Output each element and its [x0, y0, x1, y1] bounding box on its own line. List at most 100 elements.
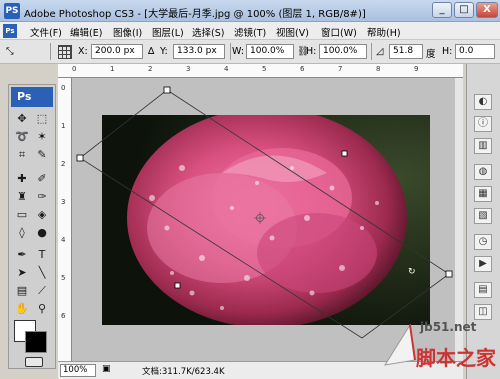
zoom-field[interactable]: 100% [60, 364, 96, 377]
crop-tool-icon[interactable]: ⌗ [13, 147, 31, 163]
y-label: Y: [160, 46, 168, 57]
pen-tool-icon[interactable]: ✒ [13, 247, 31, 263]
ruler-tick-label: 0 [61, 84, 66, 92]
h-label: H: [306, 46, 317, 57]
ruler-tick-label: 3 [61, 198, 66, 206]
dodge-tool-icon[interactable]: ● [33, 225, 51, 241]
angle-field[interactable]: 51.8 [389, 44, 423, 59]
x-field[interactable]: 200.0 px [91, 44, 143, 59]
ruler-tick-label: 4 [224, 65, 229, 73]
vertical-ruler[interactable]: 0 1 2 3 4 5 6 [58, 78, 72, 361]
close-button[interactable]: X [476, 2, 498, 18]
transform-handle[interactable] [174, 282, 181, 289]
ruler-tick-label: 7 [338, 65, 343, 73]
path-selection-tool-icon[interactable]: ➤ [13, 265, 31, 281]
notes-tool-icon[interactable]: ▤ [13, 283, 31, 299]
menu-view[interactable]: 视图(V) [276, 25, 309, 39]
lasso-tool-icon[interactable]: ➰ [13, 129, 31, 145]
eyedropper-tool-icon[interactable]: ✎ [33, 147, 51, 163]
menu-file[interactable]: 文件(F) [30, 25, 62, 39]
rotate-angle-icon: ◿ [376, 46, 384, 57]
background-color-swatch[interactable] [25, 331, 47, 353]
ruler-tick-label: 9 [414, 65, 419, 73]
paint-bucket-tool-icon[interactable]: ◈ [33, 207, 51, 223]
transform-handle[interactable] [341, 150, 348, 157]
document-info[interactable]: 文档:311.7K/623.4K [142, 365, 225, 377]
ruler-tick-label: 3 [186, 65, 191, 73]
separator [230, 43, 231, 60]
history-brush-tool-icon[interactable]: ✑ [33, 189, 51, 205]
navigator-panel-icon[interactable]: ◐ [474, 94, 492, 110]
transform-handle[interactable] [445, 270, 453, 278]
eraser-tool-icon[interactable]: ▭ [13, 207, 31, 223]
toolbox-header: Ps [11, 87, 53, 107]
app-icon: PS [4, 3, 20, 19]
minimize-button[interactable]: _ [432, 2, 452, 18]
clone-stamp-tool-icon[interactable]: ♜ [13, 189, 31, 205]
ruler-tick-label: 1 [61, 122, 66, 130]
swatches-panel-icon[interactable]: ▦ [474, 186, 492, 202]
x-label: X: [78, 46, 88, 57]
ruler-tick-label: 2 [61, 160, 66, 168]
ruler-tick-label: 6 [61, 312, 66, 320]
quick-mask-button[interactable] [25, 357, 43, 367]
histogram-panel-icon[interactable]: ▥ [474, 138, 492, 154]
menu-bar: Ps 文件(F) 编辑(E) 图像(I) 图层(L) 选择(S) 滤镜(T) 视… [0, 22, 500, 40]
menu-window[interactable]: 窗口(W) [321, 25, 357, 39]
hand-tool-icon[interactable]: ✋ [13, 301, 31, 317]
ruler-tick-label: 5 [61, 274, 66, 282]
line-tool-icon[interactable]: ╲ [33, 265, 51, 281]
maximize-button[interactable]: □ [454, 2, 474, 18]
menu-help[interactable]: 帮助(H) [367, 25, 401, 39]
type-tool-icon[interactable]: T [33, 247, 51, 263]
actions-panel-icon[interactable]: ▶ [474, 256, 492, 272]
healing-brush-tool-icon[interactable]: ✚ [13, 171, 31, 187]
marquee-tool-icon[interactable]: ⬚ [33, 111, 51, 127]
color-panel-icon[interactable]: ◍ [474, 164, 492, 180]
transform-handle[interactable] [76, 154, 84, 162]
menu-edit[interactable]: 编辑(E) [70, 25, 102, 39]
options-bar: ⤡ X: 200.0 px ∆ Y: 133.0 px W: 100.0% ⛓ … [0, 40, 500, 64]
horizontal-ruler[interactable]: 0 1 2 3 4 5 6 7 8 9 [58, 64, 463, 78]
transform-tool-icon[interactable]: ⤡ [6, 46, 14, 57]
y-field[interactable]: 133.0 px [173, 44, 225, 59]
zoom-tool-icon[interactable]: ⚲ [33, 301, 51, 317]
height-field[interactable]: 100.0% [319, 44, 367, 59]
magic-wand-tool-icon[interactable]: ✶ [33, 129, 51, 145]
toolbox: Ps ✥ ⬚ ➰ ✶ ⌗ ✎ ✚ ✐ ♜ ✑ ▭ ◈ ◊ ● ✒ T ➤ ╲ ▤… [8, 84, 56, 369]
menu-image[interactable]: 图像(I) [113, 25, 142, 39]
menu-select[interactable]: 选择(S) [192, 25, 224, 39]
eyedropper-alt-tool-icon[interactable]: ⟋ [33, 283, 51, 299]
transform-handle[interactable] [163, 86, 171, 94]
menu-layer[interactable]: 图层(L) [152, 25, 184, 39]
blur-tool-icon[interactable]: ◊ [13, 225, 31, 241]
separator [50, 43, 51, 60]
info-panel-icon[interactable]: ⓘ [474, 116, 492, 132]
status-icon[interactable]: ▣ [102, 364, 111, 374]
ruler-tick-label: 1 [110, 65, 115, 73]
title-bar: PS Adobe Photoshop CS3 - [大学最后-月季.jpg @ … [0, 0, 500, 22]
ps-menu-icon[interactable]: Ps [3, 24, 17, 38]
ruler-tick-label: 4 [61, 236, 66, 244]
ruler-tick-label: 5 [262, 65, 267, 73]
ruler-tick-label: 8 [376, 65, 381, 73]
reference-point-grid-icon[interactable] [58, 45, 72, 59]
history-panel-icon[interactable]: ◷ [474, 234, 492, 250]
layers-panel-icon[interactable]: ▤ [474, 282, 492, 298]
menu-filter[interactable]: 滤镜(T) [234, 25, 266, 39]
styles-panel-icon[interactable]: ▧ [474, 208, 492, 224]
move-tool-icon[interactable]: ✥ [13, 111, 31, 127]
ruler-tick-label: 2 [148, 65, 153, 73]
brush-tool-icon[interactable]: ✐ [33, 171, 51, 187]
watermark-logo-icon [383, 323, 416, 366]
window-title: Adobe Photoshop CS3 - [大学最后-月季.jpg @ 100… [24, 9, 366, 20]
h-skew-label: H: [442, 46, 453, 57]
watermark-site: jb51.net [420, 320, 477, 334]
angle-unit: 度 [426, 49, 436, 60]
h-skew-field[interactable]: 0.0 [455, 44, 495, 59]
rose-petal [257, 213, 377, 293]
width-field[interactable]: 100.0% [246, 44, 294, 59]
ruler-tick-label: 0 [72, 65, 77, 73]
rotate-cursor-icon: ↻ [408, 267, 416, 277]
delta-icon: ∆ [148, 46, 155, 57]
